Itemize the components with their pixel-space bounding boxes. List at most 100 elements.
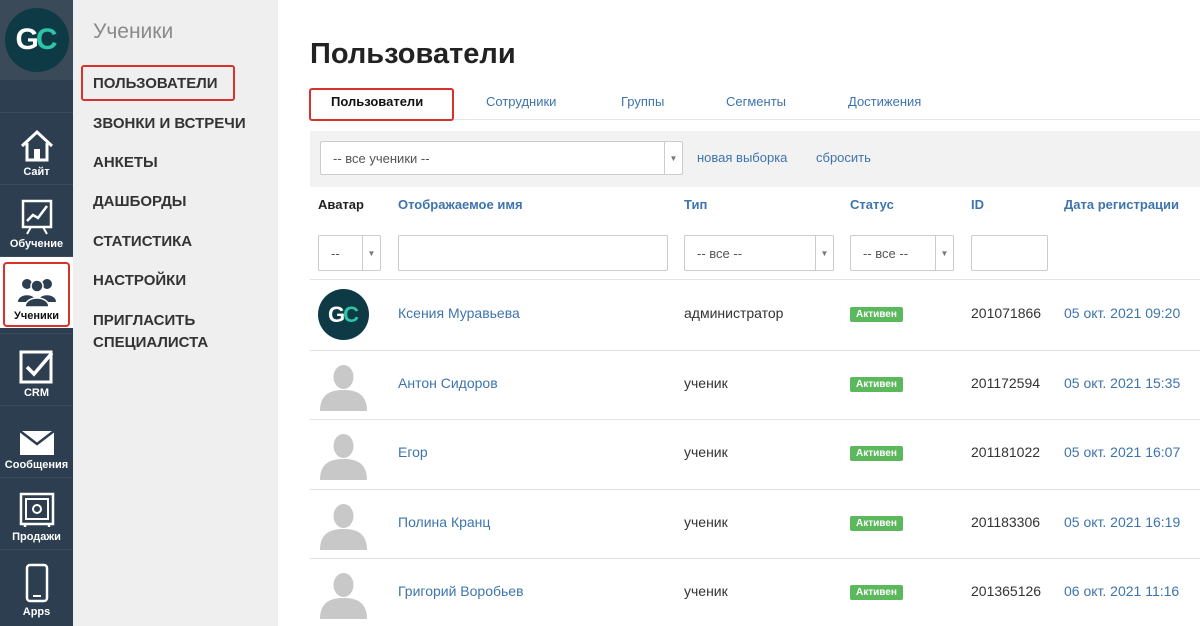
user-type: администратор — [684, 305, 784, 321]
user-type: ученик — [684, 514, 728, 530]
default-avatar-icon[interactable] — [318, 429, 369, 480]
chevron-down-icon: ▼ — [815, 236, 833, 270]
user-name-link[interactable]: Ксения Муравьева — [398, 305, 520, 321]
user-type: ученик — [684, 583, 728, 599]
getcourse-logo: GC — [4, 8, 69, 72]
registration-date-link[interactable]: 05 окт. 2021 16:07 — [1064, 444, 1180, 460]
column-header-name[interactable]: Отображаемое имя — [398, 197, 523, 212]
column-header-registration-date[interactable]: Дата регистрации — [1064, 197, 1179, 212]
user-type: ученик — [684, 375, 728, 391]
rail-label-crm: CRM — [23, 387, 50, 399]
status-badge: Активен — [850, 516, 903, 531]
tab-employees[interactable]: Сотрудники — [486, 94, 556, 109]
avatar-filter-select[interactable]: -- ▼ — [318, 235, 381, 271]
main-content: Пользователи Пользователи Сотрудники Гру… — [278, 0, 1200, 626]
subnav-item-invite-specialist[interactable]: ПРИГЛАСИТЬ СПЕЦИАЛИСТА — [93, 310, 253, 354]
rail-label-apps: Apps — [22, 606, 51, 618]
rail-label-messages: Сообщения — [4, 459, 69, 471]
type-filter-select[interactable]: -- все -- ▼ — [684, 235, 834, 271]
rail-label-site: Сайт — [23, 166, 50, 178]
rail-item-crm[interactable]: CRM — [0, 333, 73, 405]
user-id: 201071866 — [971, 305, 1042, 321]
type-filter-value: -- все -- — [697, 245, 743, 261]
avatar[interactable]: GC — [318, 289, 369, 340]
house-icon — [20, 129, 53, 162]
rail-item-apps[interactable]: Apps — [0, 549, 73, 626]
default-avatar-icon[interactable] — [318, 360, 369, 411]
chart-board-icon — [21, 199, 52, 235]
rail-label-students: Ученики — [13, 310, 60, 322]
tab-segments[interactable]: Сегменты — [726, 94, 786, 109]
user-name-link[interactable]: Антон Сидоров — [398, 375, 498, 391]
id-filter-input[interactable] — [971, 235, 1048, 271]
section-sidebar: Ученики ПОЛЬЗОВАТЕЛИ ЗВОНКИ И ВСТРЕЧИ АН… — [73, 0, 278, 626]
subnav-item-surveys[interactable]: АНКЕТЫ — [93, 152, 158, 174]
rail-label-learning: Обучение — [9, 238, 64, 250]
safe-icon — [19, 492, 54, 527]
status-filter-select[interactable]: -- все -- ▼ — [850, 235, 954, 271]
status-badge: Активен — [850, 446, 903, 461]
user-id: 201181022 — [971, 444, 1041, 460]
rail-item-site[interactable]: Сайт — [0, 112, 73, 184]
subnav-item-settings[interactable]: НАСТРОЙКИ — [93, 270, 186, 292]
reset-link[interactable]: сбросить — [816, 150, 871, 165]
rail-item-messages[interactable]: Сообщения — [0, 405, 73, 477]
rail-item-sales[interactable]: Продажи — [0, 477, 73, 549]
user-id: 201365126 — [971, 583, 1042, 599]
chevron-down-icon: ▼ — [362, 236, 380, 270]
status-badge: Активен — [850, 307, 903, 322]
default-avatar-icon[interactable] — [318, 499, 369, 550]
user-id: 201172594 — [971, 375, 1041, 391]
default-avatar-icon[interactable] — [318, 568, 369, 619]
status-badge: Активен — [850, 585, 903, 600]
table-row[interactable]: Антон Сидоров ученик Активен 201172594 05 ок… — [310, 350, 1200, 419]
section-title: Ученики — [93, 20, 174, 43]
status-badge: Активен — [850, 377, 903, 392]
page-title: Пользователи — [310, 38, 516, 70]
column-header-type[interactable]: Тип — [684, 197, 707, 212]
chevron-down-icon: ▼ — [664, 142, 682, 174]
subnav-item-calls[interactable]: ЗВОНКИ И ВСТРЕЧИ — [93, 113, 246, 135]
checkbox-icon — [19, 350, 53, 384]
user-name-link[interactable]: Егор — [398, 444, 428, 460]
smartphone-icon — [25, 563, 48, 603]
rail-label-sales: Продажи — [12, 531, 61, 543]
subnav-item-statistics[interactable]: СТАТИСТИКА — [93, 231, 192, 253]
status-filter-value: -- все -- — [863, 245, 909, 261]
logo-area[interactable]: GC — [0, 0, 73, 80]
table-row[interactable]: Григорий Воробьев ученик Активен 201365126 0… — [310, 558, 1200, 626]
segment-select[interactable]: -- все ученики -- ▼ — [320, 141, 683, 175]
tab-achievements[interactable]: Достижения — [848, 94, 921, 109]
envelope-icon — [18, 430, 55, 455]
user-name-link[interactable]: Григорий Воробьев — [398, 583, 524, 599]
table-row[interactable]: G C Ксения Муравьева администратор Активен 20… — [310, 280, 1200, 349]
avatar-filter-value: -- — [331, 245, 340, 261]
avatar-logo-g: G — [327, 301, 345, 327]
segment-select-value: -- все ученики -- — [333, 150, 430, 166]
subnav-item-users[interactable]: ПОЛЬЗОВАТЕЛИ — [93, 73, 218, 95]
tab-groups[interactable]: Группы — [621, 94, 664, 109]
users-group-icon — [17, 279, 56, 307]
rail-item-learning[interactable]: Обучение — [0, 184, 73, 256]
tab-highlight-outline — [309, 88, 454, 121]
user-id: 201183306 — [971, 514, 1041, 530]
registration-date-link[interactable]: 06 окт. 2021 11:16 — [1064, 583, 1179, 599]
subnav-item-dashboards[interactable]: ДАШБОРДЫ — [93, 191, 186, 213]
user-name-link[interactable]: Полина Кранц — [398, 514, 490, 530]
new-selection-link[interactable]: новая выборка — [697, 150, 787, 165]
rail-item-students[interactable]: Ученики — [0, 256, 73, 328]
user-type: ученик — [684, 444, 728, 460]
chevron-down-icon: ▼ — [935, 236, 953, 270]
app-window: GC Сайт Обучение Ученики CRM Сообщения П… — [0, 0, 1200, 626]
table-row[interactable]: Егор ученик Активен 201181022 05 окт. 2021 1… — [310, 419, 1200, 488]
registration-date-link[interactable]: 05 окт. 2021 09:20 — [1064, 305, 1180, 321]
column-header-status[interactable]: Статус — [850, 197, 894, 212]
table-row[interactable]: Полина Кранц ученик Активен 201183306 05 окт… — [310, 489, 1200, 558]
registration-date-link[interactable]: 05 окт. 2021 16:19 — [1064, 514, 1180, 530]
avatar-logo-c: C — [343, 301, 359, 327]
name-filter-input[interactable] — [398, 235, 668, 271]
registration-date-link[interactable]: 05 окт. 2021 15:35 — [1064, 375, 1180, 391]
column-header-id[interactable]: ID — [971, 197, 984, 212]
icon-rail: GC Сайт Обучение Ученики CRM Сообщения П… — [0, 0, 73, 626]
filter-bar: -- все ученики -- ▼ новая выборка сброси… — [310, 131, 1200, 187]
